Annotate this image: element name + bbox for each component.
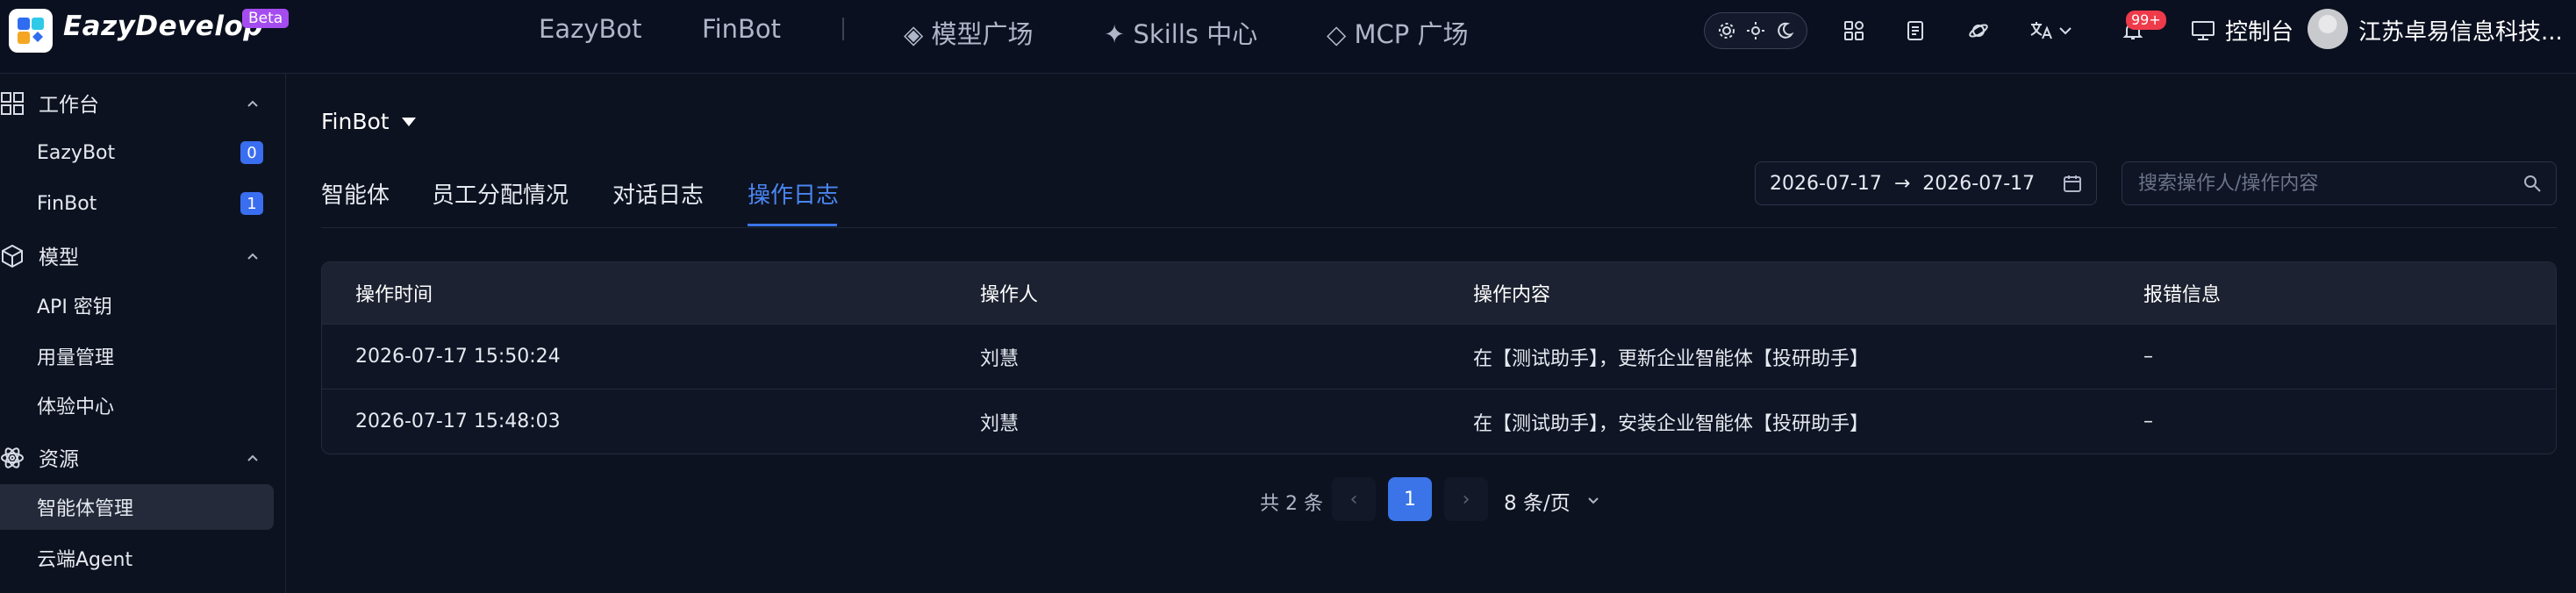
sidebar-item-label: API 密钥 xyxy=(37,296,112,318)
sidebar-group-models[interactable]: 模型 xyxy=(0,233,286,277)
monitor-icon[interactable] xyxy=(2186,14,2220,47)
bot-selector-label: FinBot xyxy=(321,109,390,134)
topnav-finbot[interactable]: FinBot xyxy=(702,14,781,44)
sidebar-item-eazybot[interactable]: EazyBot 0 xyxy=(0,130,274,175)
top-bar: EazyDevelop Beta EazyBot FinBot ◈ 模型广场 ✦… xyxy=(0,0,2576,74)
sidebar-item-label: 云端Agent xyxy=(37,549,133,571)
theme-switcher[interactable] xyxy=(1704,12,1807,49)
chevron-up-icon[interactable] xyxy=(246,96,260,111)
sidebar-item-usage[interactable]: 用量管理 xyxy=(0,333,274,379)
table-header: 操作时间 操作人 操作内容 报错信息 xyxy=(322,262,2556,324)
column-header-error: 报错信息 xyxy=(2143,284,2222,306)
atom-icon xyxy=(1,447,24,468)
sun-icon[interactable] xyxy=(1746,21,1765,40)
logo-icon[interactable] xyxy=(9,9,53,53)
console-link[interactable]: 控制台 xyxy=(2225,14,2293,46)
sidebar-group-resources[interactable]: 资源 xyxy=(0,435,286,479)
brand-name[interactable]: EazyDevelop xyxy=(63,11,263,42)
cell-operator: 刘慧 xyxy=(980,412,1020,435)
cell-content: 在【测试助手】，更新企业智能体【投研助手】 xyxy=(1473,347,1870,370)
pagination-page-1[interactable]: 1 xyxy=(1388,477,1432,521)
document-icon[interactable] xyxy=(1899,14,1932,47)
avatar[interactable] xyxy=(2308,9,2348,49)
topnav-mcp-plaza[interactable]: ◇ MCP 广场 xyxy=(1327,14,1469,51)
sidebar-item-label: 体验中心 xyxy=(37,397,115,418)
beta-badge: Beta xyxy=(242,9,290,28)
search-input[interactable] xyxy=(2136,171,2522,196)
tabs-divider xyxy=(321,227,2557,228)
tab-conversation-logs[interactable]: 对话日志 xyxy=(612,177,704,210)
sidebar-item-label: EazyBot xyxy=(37,141,116,164)
tab-agents[interactable]: 智能体 xyxy=(321,177,390,210)
sidebar-item-cloud-agent[interactable]: 云端Agent xyxy=(0,535,274,581)
calendar-icon xyxy=(2064,175,2081,192)
sidebar-group-label: 工作台 xyxy=(39,94,99,117)
chevron-down-icon xyxy=(1587,497,1599,504)
sidebar-item-agent-management[interactable]: 智能体管理 xyxy=(0,484,274,530)
search-field[interactable] xyxy=(2122,161,2557,205)
caret-down-icon xyxy=(401,117,416,126)
sidebar-item-finbot[interactable]: FinBot 1 xyxy=(0,181,274,226)
settings-icon[interactable] xyxy=(1717,21,1736,40)
topnav-skills-center[interactable]: ✦ Skills 中心 xyxy=(1104,14,1257,51)
date-start[interactable]: 2026-07-17 xyxy=(1770,173,1882,195)
arrow-right-icon: → xyxy=(1893,172,1911,195)
column-header-operator: 操作人 xyxy=(980,284,1039,306)
notification-badge: 99+ xyxy=(2126,11,2166,30)
tab-staff-allocation[interactable]: 员工分配情况 xyxy=(432,177,569,210)
column-header-content: 操作内容 xyxy=(1473,284,1551,306)
nav-divider xyxy=(842,18,844,40)
table-row: 2026-07-17 15:50:24 刘慧 在【测试助手】，更新企业智能体【投… xyxy=(322,324,2556,389)
sidebar: 工作台 EazyBot 0 FinBot 1 模型 API 密钥 用量管理 体验… xyxy=(0,74,286,593)
sidebar-item-playground[interactable]: 体验中心 xyxy=(0,382,274,428)
search-icon[interactable] xyxy=(2522,174,2542,193)
page-size-select[interactable]: 8 条/页 xyxy=(1504,486,1600,516)
language-icon[interactable] xyxy=(2025,14,2078,47)
org-name[interactable]: 江苏卓易信息科技... xyxy=(2358,14,2569,46)
sidebar-item-label: 用量管理 xyxy=(37,347,115,369)
operation-log-table: 操作时间 操作人 操作内容 报错信息 2026-07-17 15:50:24 刘… xyxy=(321,261,2557,454)
count-badge: 0 xyxy=(240,141,263,164)
bot-selector[interactable]: FinBot xyxy=(321,109,418,134)
sidebar-item-label: 智能体管理 xyxy=(37,498,134,520)
cell-time: 2026-07-17 15:50:24 xyxy=(355,346,561,368)
count-badge: 1 xyxy=(240,192,263,215)
topnav-model-plaza[interactable]: ◈ 模型广场 xyxy=(904,14,1034,51)
active-tab-indicator xyxy=(748,224,837,226)
pagination-next-button[interactable]: › xyxy=(1444,477,1488,521)
topnav-eazybot[interactable]: EazyBot xyxy=(539,14,642,44)
sidebar-item-label: FinBot xyxy=(37,192,97,215)
apps-icon[interactable] xyxy=(1837,14,1871,47)
table-row: 2026-07-17 15:48:03 刘慧 在【测试助手】，安装企业智能体【投… xyxy=(322,389,2556,454)
page-size-label: 8 条/页 xyxy=(1504,492,1571,515)
pagination-prev-button[interactable]: ‹ xyxy=(1332,477,1376,521)
cell-operator: 刘慧 xyxy=(980,347,1020,370)
cell-error: – xyxy=(2143,346,2153,368)
cube-icon xyxy=(2,244,23,268)
chevron-up-icon[interactable] xyxy=(246,451,260,465)
moon-icon[interactable] xyxy=(1775,21,1794,40)
sidebar-group-label: 资源 xyxy=(39,448,79,471)
cell-error: – xyxy=(2143,411,2153,432)
chevron-up-icon[interactable] xyxy=(246,249,260,263)
date-end[interactable]: 2026-07-17 xyxy=(1922,173,2035,195)
cell-content: 在【测试助手】，安装企业智能体【投研助手】 xyxy=(1473,412,1870,435)
sidebar-group-label: 模型 xyxy=(39,246,79,269)
pagination-total: 共 2 条 xyxy=(1260,493,1323,515)
sidebar-group-workbench[interactable]: 工作台 xyxy=(0,81,286,125)
sidebar-item-api-keys[interactable]: API 密钥 xyxy=(0,282,274,328)
date-range-picker[interactable]: 2026-07-17 → 2026-07-17 xyxy=(1755,161,2097,205)
planet-icon[interactable] xyxy=(1962,14,1995,47)
cell-time: 2026-07-17 15:48:03 xyxy=(355,411,561,432)
grid-icon xyxy=(1,92,24,115)
column-header-time: 操作时间 xyxy=(355,284,433,306)
tab-operation-logs[interactable]: 操作日志 xyxy=(748,177,839,210)
